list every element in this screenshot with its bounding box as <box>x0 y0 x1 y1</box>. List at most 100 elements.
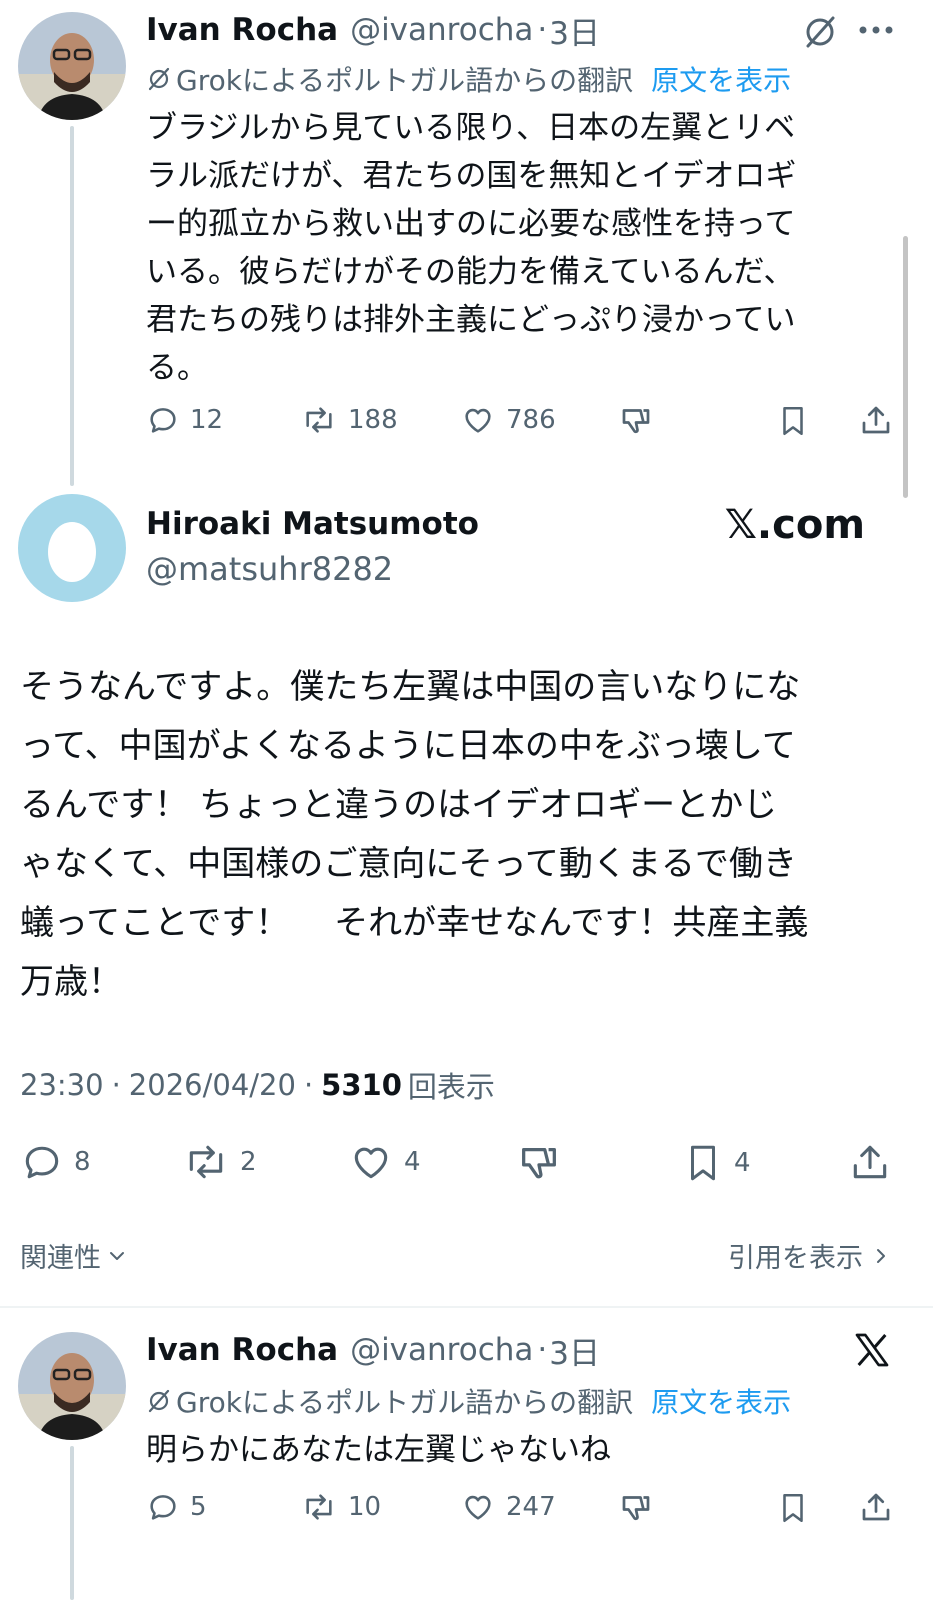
share-icon <box>853 1145 887 1179</box>
reply-count: 5 <box>190 1492 207 1522</box>
repost-count: 2 <box>240 1147 257 1177</box>
heart-icon <box>465 1495 491 1520</box>
author-handle[interactable]: @ivanrocha <box>350 1332 533 1368</box>
post-date[interactable]: 2026/04/20 <box>129 1068 296 1102</box>
like-button[interactable]: 247 <box>460 1490 556 1524</box>
reply-icon <box>150 1495 176 1520</box>
author-name[interactable]: Ivan Rocha <box>146 1332 338 1368</box>
tweet-line: る。 <box>146 350 208 386</box>
share-button[interactable] <box>848 1139 892 1185</box>
dislike-button[interactable] <box>516 1140 562 1186</box>
tweet-line: ゃなくて、中国様のご意向にそって動くまるで働き <box>20 844 797 884</box>
reply-button[interactable]: 8 <box>20 1140 91 1184</box>
author-name[interactable]: Hiroaki Matsumoto <box>146 506 479 542</box>
tweet-header: Ivan Rocha @ivanrocha · 3日 <box>146 1328 600 1372</box>
grok-icon <box>148 67 170 91</box>
user-photo-icon <box>18 1332 126 1440</box>
default-egg-icon <box>48 522 96 582</box>
share-button[interactable] <box>858 402 894 438</box>
tweet-body: 明らかにあなたは左翼じゃないね <box>146 1432 611 1468</box>
repost-button[interactable]: 188 <box>300 403 398 437</box>
sort-relevance-dropdown[interactable]: 関連性 <box>20 1236 129 1275</box>
dislike-button[interactable] <box>618 403 654 439</box>
separator: · <box>537 12 548 48</box>
dislike-button[interactable] <box>618 1490 654 1526</box>
repost-icon <box>189 1145 223 1179</box>
like-count: 247 <box>506 1492 556 1522</box>
tweet-line: るんです！ ちょっと違うのはイデオロギーとかじ <box>20 785 778 825</box>
bookmark-button[interactable] <box>776 1490 810 1526</box>
repost-button[interactable]: 2 <box>182 1140 257 1184</box>
tweet-header: Ivan Rocha @ivanrocha · 3日 <box>146 8 600 52</box>
separator: · <box>303 1068 314 1102</box>
grok-icon <box>148 1389 170 1413</box>
main-tweet-body: そうなんですよ。僕たち左翼は中国の言いなりにな って、中国がよくなるように日本の… <box>20 658 920 1012</box>
reply-count: 8 <box>74 1147 91 1177</box>
reply-icon <box>150 408 176 433</box>
x-com-logo: 𝕏.com <box>724 502 865 548</box>
bookmark-icon <box>783 1493 803 1523</box>
thumbs-down-icon <box>622 409 650 434</box>
thread-line <box>70 1446 74 1600</box>
bookmark-icon <box>783 406 803 436</box>
tweet-line: 君たちの残りは排外主義にどっぷり浸かってい <box>146 302 796 338</box>
x-logo-icon <box>852 1330 892 1374</box>
repost-button[interactable]: 10 <box>300 1490 381 1524</box>
separator: · <box>537 1332 548 1368</box>
scrollbar[interactable] <box>903 236 908 498</box>
reply-button[interactable]: 12 <box>146 403 223 437</box>
more-options-icon[interactable] <box>858 22 894 42</box>
repost-count: 188 <box>348 405 398 435</box>
avatar[interactable] <box>18 1332 126 1440</box>
separator: · <box>111 1068 121 1102</box>
bookmark-count: 4 <box>734 1148 751 1178</box>
repost-icon <box>306 407 332 433</box>
translation-note: Grokによるポルトガル語からの翻訳 <box>176 1386 634 1419</box>
tweet-line: ー的孤立から救い出すのに必要な感性を持って <box>146 206 796 242</box>
bookmark-button[interactable] <box>776 403 810 439</box>
author-name[interactable]: Ivan Rocha <box>146 12 338 48</box>
timestamp[interactable]: 3日 <box>549 8 600 53</box>
view-count: 5310 <box>321 1068 402 1102</box>
share-button[interactable] <box>858 1489 894 1525</box>
share-icon <box>862 1493 890 1521</box>
translation-note: Grokによるポルトガル語からの翻訳 <box>176 64 634 97</box>
translation-bar: Grokによるポルトガル語からの翻訳 原文を表示 <box>146 1380 791 1422</box>
show-original-link[interactable]: 原文を表示 <box>651 59 791 99</box>
timestamp[interactable]: 3日 <box>549 1328 600 1373</box>
tweet-line: 蟻ってことです！ それが幸せなんです！共産主義 <box>20 903 809 943</box>
reply-button[interactable]: 5 <box>146 1490 207 1524</box>
bookmark-button[interactable]: 4 <box>682 1140 751 1186</box>
chevron-right-icon <box>877 1248 885 1263</box>
like-button[interactable]: 4 <box>348 1140 421 1184</box>
sort-label: 関連性 <box>20 1243 101 1274</box>
author-handle[interactable]: @matsuhr8282 <box>146 550 393 588</box>
share-icon <box>862 406 890 434</box>
tweet-line: って、中国がよくなるように日本の中をぶっ壊して <box>20 726 796 766</box>
post-time[interactable]: 23:30 <box>20 1068 104 1102</box>
heart-icon <box>354 1147 388 1179</box>
grok-icon[interactable] <box>800 12 840 56</box>
translation-bar: Grokによるポルトガル語からの翻訳 原文を表示 <box>146 58 791 100</box>
show-quotes-link[interactable]: 引用を表示 <box>728 1236 893 1275</box>
tweet-line: いる。彼らだけがその能力を備えているんだ、 <box>146 254 795 290</box>
reply-icon <box>25 1146 59 1179</box>
avatar[interactable] <box>18 12 126 120</box>
tweet-line: 万歳！ <box>20 962 122 1002</box>
bookmark-icon <box>691 1145 715 1181</box>
tweet-line: そうなんですよ。僕たち左翼は中国の言いなりにな <box>20 667 801 707</box>
like-button[interactable]: 786 <box>460 403 556 437</box>
show-quotes-label: 引用を表示 <box>728 1243 863 1274</box>
show-original-link[interactable]: 原文を表示 <box>651 1381 791 1421</box>
like-count: 786 <box>506 405 556 435</box>
like-count: 4 <box>404 1147 421 1177</box>
repost-count: 10 <box>348 1492 382 1522</box>
tweet-meta: 23:30 · 2026/04/20 · 5310 回表示 <box>20 1064 495 1106</box>
avatar[interactable] <box>18 494 126 602</box>
user-photo-icon <box>18 12 126 120</box>
tweet-line: ブラジルから見ている限り、日本の左翼とリベ <box>146 110 796 146</box>
divider <box>0 1306 933 1308</box>
tweet-body: ブラジルから見ている限り、日本の左翼とリベ ラル派だけが、君たちの国を無知とイデ… <box>146 104 906 392</box>
author-handle[interactable]: @ivanrocha <box>350 12 533 48</box>
reply-count: 12 <box>190 405 224 435</box>
